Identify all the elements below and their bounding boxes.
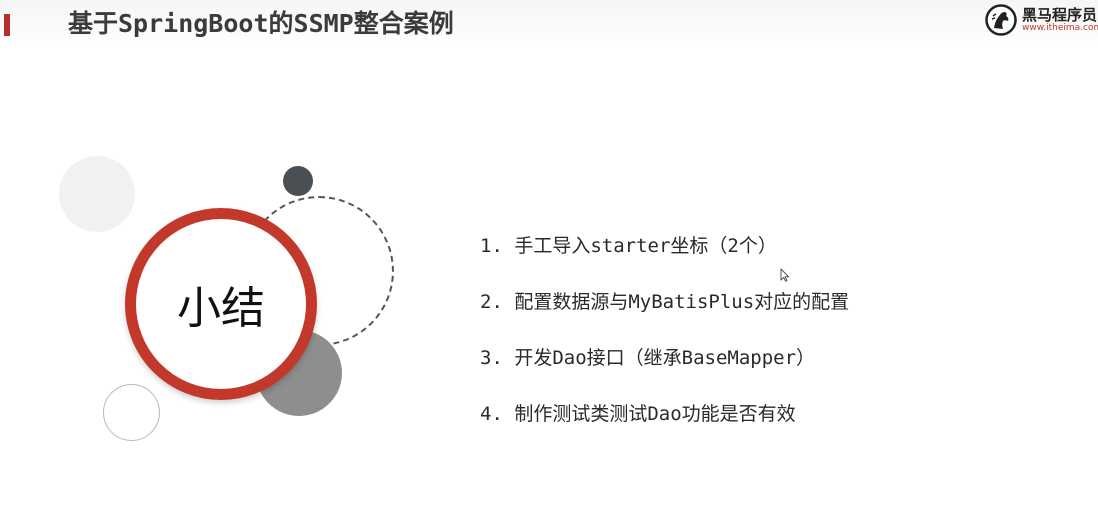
slide: 基于SpringBoot的SSMP整合案例 黑马程序员 www.itheima.… [0,0,1098,530]
list-item: 4. 制作测试类测试Dao功能是否有效 [480,403,796,425]
horse-logo-icon [985,4,1017,36]
slide-header: 基于SpringBoot的SSMP整合案例 黑马程序员 www.itheima.… [0,0,1098,44]
brand-url: www.itheima.com [1022,23,1098,33]
slide-title: 基于SpringBoot的SSMP整合案例 [68,9,454,38]
decorative-circle-light [59,156,135,232]
brand-logo: 黑马程序员 www.itheima.com [985,2,1098,38]
brand-name: 黑马程序员 [1022,6,1098,24]
list-item: 2. 配置数据源与MyBatisPlus对应的配置 [480,291,850,313]
header-accent-bar [4,14,10,36]
decorative-dot-dark [283,166,313,196]
list-item: 3. 开发Dao接口（继承BaseMapper） [480,347,816,369]
summary-badge-label: 小结 [177,283,265,334]
list-item: 1. 手工导入starter坐标（2个） [480,235,777,257]
mouse-cursor-icon [780,268,790,282]
summary-list: 1. 手工导入starter坐标（2个） 2. 配置数据源与MyBatisPlu… [480,232,849,456]
